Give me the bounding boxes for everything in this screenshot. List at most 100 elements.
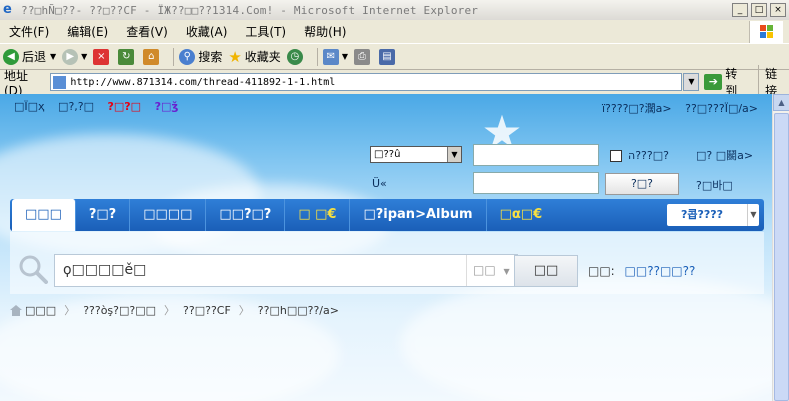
top-link-red[interactable]: ?□?□ bbox=[108, 100, 142, 113]
breadcrumb-home[interactable]: □□□ bbox=[25, 304, 56, 317]
favorites-button[interactable]: ★ 收藏夹 bbox=[228, 48, 280, 66]
menu-edit[interactable]: 编辑(E) bbox=[58, 23, 117, 40]
favorites-label: 收藏夹 bbox=[244, 50, 281, 64]
nav-item-album[interactable]: □?ipan>Album bbox=[350, 199, 487, 231]
menu-help[interactable]: 帮助(H) bbox=[295, 23, 355, 40]
search-button[interactable]: □□ bbox=[514, 255, 578, 287]
back-arrow-icon: ◀ bbox=[3, 48, 19, 65]
back-label: 后退 bbox=[22, 50, 47, 64]
windows-logo-icon bbox=[749, 21, 783, 43]
nav-item-7[interactable]: □α□€ bbox=[487, 199, 556, 231]
print-button[interactable]: ⎙ bbox=[353, 48, 373, 65]
history-icon: ◷ bbox=[286, 48, 303, 65]
login-form: □??û ▼ ה???□? □? □鬭a> Ü« ?□? ?□바□ bbox=[370, 144, 770, 198]
hot-search: □□: □□??□□?? bbox=[588, 264, 695, 278]
remember-checkbox[interactable] bbox=[610, 150, 622, 162]
password-label: Ü« bbox=[372, 177, 387, 190]
top-right-link-1[interactable]: ï????□?濶a> bbox=[602, 102, 672, 115]
breadcrumb-item[interactable]: ???òş?□?□□ bbox=[83, 304, 156, 317]
nav-item-3[interactable]: □□□□ bbox=[130, 199, 207, 231]
top-link-home[interactable]: □Ï□ҳ bbox=[14, 100, 45, 113]
top-link-purple[interactable]: ?□ǯ bbox=[155, 100, 178, 113]
nav-item-5[interactable]: □ □€ bbox=[285, 199, 351, 231]
mail-icon: ✉ bbox=[322, 48, 339, 65]
address-dropdown-button[interactable]: ▼ bbox=[683, 73, 700, 91]
scroll-up-button[interactable]: ▲ bbox=[773, 94, 789, 111]
vertical-scrollbar[interactable]: ▲ bbox=[772, 94, 789, 401]
login-type-select[interactable]: □??û ▼ bbox=[370, 146, 462, 163]
stop-button[interactable]: × bbox=[93, 48, 112, 65]
back-button[interactable]: ◀ 后退 ▼ bbox=[3, 48, 56, 65]
search-input[interactable]: ϙ□□□□ě□ bbox=[54, 254, 518, 287]
nav-item-2[interactable]: ?□? bbox=[76, 199, 131, 231]
home-icon bbox=[10, 304, 22, 316]
hot-search-label: □□: bbox=[588, 264, 615, 278]
breadcrumb-separator-icon: 〉 bbox=[164, 304, 176, 317]
search-label: 搜索 bbox=[198, 50, 223, 64]
page-icon bbox=[53, 75, 67, 89]
breadcrumb: □□□ 〉 ???òş?□?□□ 〉 ??□??CF 〉 ??□h□□??/a> bbox=[10, 302, 347, 318]
address-url: http://www.871314.com/thread-411892-1-1.… bbox=[70, 76, 336, 88]
login-type-value: □??û bbox=[374, 149, 401, 160]
register-link[interactable]: □? □鬭a> bbox=[696, 147, 753, 163]
refresh-icon: ↻ bbox=[118, 48, 135, 65]
history-button[interactable]: ◷ bbox=[286, 48, 306, 65]
nav-quick-select[interactable]: ?콥???? ▼ bbox=[667, 204, 759, 226]
nav-quick-select-label: ?콥???? bbox=[681, 208, 724, 221]
window-title: ??□hÑ□??- ??□??CF - ÏЖ??□□??1314.Com! - … bbox=[21, 3, 479, 17]
search-type-select[interactable]: □□ ▼ bbox=[466, 255, 518, 286]
search-area: ϙ□□□□ě□ □□ ▼ □□ □□: □□??□□?? bbox=[10, 232, 764, 294]
search-icon: ⚲ bbox=[179, 48, 196, 65]
breadcrumb-separator-icon: 〉 bbox=[64, 304, 76, 317]
go-arrow-icon: ➔ bbox=[704, 74, 723, 90]
forward-arrow-icon: ▶ bbox=[62, 48, 79, 65]
menu-tools[interactable]: 工具(T) bbox=[236, 23, 295, 40]
menu-file[interactable]: 文件(F) bbox=[0, 23, 58, 40]
mail-button[interactable]: ✉ ▼ bbox=[322, 48, 348, 65]
breadcrumb-current[interactable]: ??□h□□??/a> bbox=[258, 304, 339, 317]
magnifier-icon bbox=[19, 255, 48, 284]
minimize-button[interactable]: _ bbox=[732, 3, 748, 17]
forgot-password-link[interactable]: ?□바□ bbox=[696, 177, 733, 193]
nav-item-forum[interactable]: □□□ bbox=[12, 199, 76, 231]
home-icon: ⌂ bbox=[143, 48, 160, 65]
close-button[interactable]: × bbox=[770, 3, 786, 17]
address-input[interactable]: http://www.871314.com/thread-411892-1-1.… bbox=[50, 73, 683, 91]
maximize-button[interactable]: □ bbox=[751, 3, 767, 17]
chevron-down-icon: ▼ bbox=[50, 52, 57, 61]
search-type-value: □□ bbox=[473, 263, 496, 277]
forward-button[interactable]: ▶ ▼ bbox=[62, 48, 88, 65]
edit-button[interactable]: ▤ bbox=[378, 48, 398, 65]
remember-label: ה???□? bbox=[628, 149, 669, 162]
password-input[interactable] bbox=[473, 172, 599, 194]
main-nav: □□□ ?□? □□□□ □□?□? □ □€ □?ipan>Album □α□… bbox=[10, 199, 764, 231]
top-right-link-2[interactable]: ??□???Ï□/a> bbox=[685, 102, 758, 115]
star-icon: ★ bbox=[228, 47, 242, 66]
top-link-2[interactable]: □?,?□ bbox=[58, 100, 94, 113]
home-button[interactable]: ⌂ bbox=[143, 48, 162, 65]
standard-toolbar: ◀ 后退 ▼ ▶ ▼ × ↻ ⌂ ⚲ 搜索 ★ 收藏夹 ◷ ✉ ▼ ⎙ ▤ bbox=[0, 44, 789, 70]
ie-logo-icon: e bbox=[3, 2, 12, 17]
page-viewport: ★ □Ï□ҳ □?,?□ ?□?□ ?□ǯ ï????□?濶a> ??□???Ï… bbox=[0, 94, 772, 401]
stop-icon: × bbox=[93, 48, 110, 65]
top-links: □Ï□ҳ □?,?□ ?□?□ ?□ǯ ï????□?濶a> ??□???Ï□/… bbox=[0, 100, 772, 116]
chevron-down-icon: ▼ bbox=[747, 204, 759, 226]
menu-favorites[interactable]: 收藏(A) bbox=[177, 23, 237, 40]
chevron-down-icon: ▼ bbox=[341, 52, 348, 61]
username-input[interactable] bbox=[473, 144, 599, 166]
breadcrumb-separator-icon: 〉 bbox=[238, 304, 250, 317]
login-button[interactable]: ?□? bbox=[605, 173, 679, 195]
chevron-down-icon: ▼ bbox=[503, 267, 510, 276]
refresh-button[interactable]: ↻ bbox=[118, 48, 137, 65]
breadcrumb-item[interactable]: ??□??CF bbox=[183, 304, 231, 317]
scrollbar-thumb[interactable] bbox=[774, 113, 789, 401]
search-button[interactable]: ⚲ 搜索 bbox=[179, 48, 222, 65]
edit-page-icon: ▤ bbox=[378, 48, 395, 65]
toolbar-divider bbox=[173, 47, 175, 66]
hot-search-words[interactable]: □□??□□?? bbox=[625, 264, 696, 278]
nav-item-4[interactable]: □□?□? bbox=[206, 199, 286, 231]
chevron-down-icon: ▼ bbox=[81, 52, 88, 61]
window-title-bar: e ??□hÑ□??- ??□??CF - ÏЖ??□□??1314.Com! … bbox=[0, 0, 789, 20]
menu-view[interactable]: 查看(V) bbox=[117, 23, 177, 40]
toolbar-divider bbox=[316, 47, 318, 66]
